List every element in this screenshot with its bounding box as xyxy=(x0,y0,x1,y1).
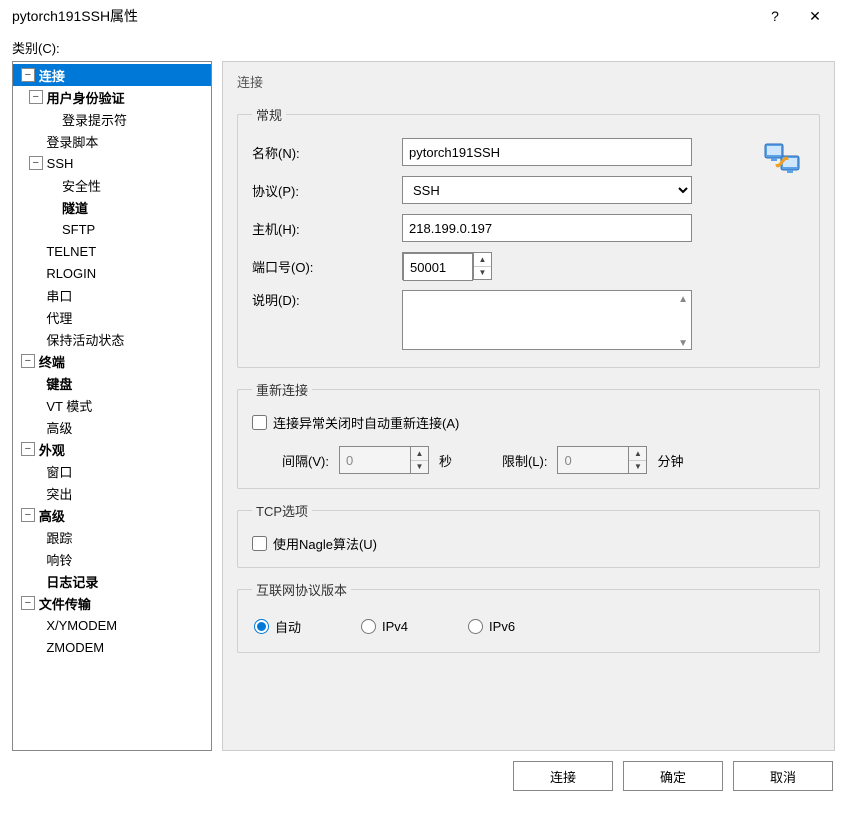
limit-spin-up-icon: ▲ xyxy=(629,447,646,461)
ipver-ipv4-label: IPv4 xyxy=(382,619,408,634)
tree-tracking[interactable]: 跟踪 xyxy=(13,526,211,548)
interval-unit: 秒 xyxy=(439,451,452,470)
nagle-checkbox[interactable] xyxy=(252,536,267,551)
group-general: 常规 名称(N): 协议(P): SSH 主机(H): xyxy=(237,105,820,368)
legend-general: 常规 xyxy=(252,105,286,124)
interval-spin-down-icon: ▼ xyxy=(411,461,428,474)
tree-appearance[interactable]: −外观 xyxy=(13,438,211,460)
tree-ssh[interactable]: −SSH xyxy=(13,152,211,174)
tree-logging[interactable]: 日志记录 xyxy=(13,570,211,592)
auto-reconnect-checkbox[interactable] xyxy=(252,415,267,430)
name-label: 名称(N): xyxy=(252,143,402,162)
tree-security[interactable]: 安全性 xyxy=(13,174,211,196)
tree-login-script[interactable]: 登录脚本 xyxy=(13,130,211,152)
host-input[interactable] xyxy=(402,214,692,242)
connect-button[interactable]: 连接 xyxy=(513,761,613,791)
limit-spin-down-icon: ▼ xyxy=(629,461,646,474)
help-button[interactable]: ? xyxy=(755,0,795,32)
ipver-ipv4-radio[interactable] xyxy=(361,619,376,634)
port-spin-down-icon[interactable]: ▼ xyxy=(474,267,491,280)
tree-term-advanced[interactable]: 高级 xyxy=(13,416,211,438)
window-title: pytorch191SSH属性 xyxy=(12,6,755,26)
cancel-button[interactable]: 取消 xyxy=(733,761,833,791)
protocol-label: 协议(P): xyxy=(252,181,402,200)
legend-reconnect: 重新连接 xyxy=(252,380,312,399)
tree-tunnel[interactable]: 隧道 xyxy=(13,196,211,218)
tree-user-auth[interactable]: −用户身份验证 xyxy=(13,86,211,108)
group-tcp: TCP选项 使用Nagle算法(U) xyxy=(237,501,820,568)
panel-header: 连接 xyxy=(237,70,820,93)
ipver-ipv6-radio[interactable] xyxy=(468,619,483,634)
port-input[interactable] xyxy=(403,253,473,281)
tree-vt-mode[interactable]: VT 模式 xyxy=(13,394,211,416)
title-bar: pytorch191SSH属性 ? ✕ xyxy=(0,0,847,32)
name-input[interactable] xyxy=(402,138,692,166)
category-label: 类别(C): xyxy=(0,32,847,61)
host-label: 主机(H): xyxy=(252,219,402,238)
ipver-ipv6-label: IPv6 xyxy=(489,619,515,634)
limit-unit: 分钟 xyxy=(657,451,683,470)
nagle-label: 使用Nagle算法(U) xyxy=(273,534,377,553)
ipver-auto-radio[interactable] xyxy=(254,619,269,634)
ipver-ipv4[interactable]: IPv4 xyxy=(361,619,408,634)
limit-spinner: ▲▼ xyxy=(557,446,647,474)
tree-window[interactable]: 窗口 xyxy=(13,460,211,482)
tree-xymodem[interactable]: X/YMODEM xyxy=(13,614,211,636)
interval-spinner: ▲▼ xyxy=(339,446,429,474)
tree-connection[interactable]: −连接 xyxy=(13,64,211,86)
button-bar: 连接 确定 取消 xyxy=(0,751,847,801)
ok-button[interactable]: 确定 xyxy=(623,761,723,791)
limit-input xyxy=(558,447,628,473)
limit-label: 限制(L): xyxy=(502,451,548,470)
protocol-select[interactable]: SSH xyxy=(402,176,692,204)
tree-serial[interactable]: 串口 xyxy=(13,284,211,306)
desc-textarea[interactable] xyxy=(402,290,692,350)
tree-keepalive[interactable]: 保持活动状态 xyxy=(13,328,211,350)
tree-bell[interactable]: 响铃 xyxy=(13,548,211,570)
tree-telnet[interactable]: TELNET xyxy=(13,240,211,262)
tree-proxy[interactable]: 代理 xyxy=(13,306,211,328)
legend-ipver: 互联网协议版本 xyxy=(252,580,351,599)
legend-tcp: TCP选项 xyxy=(252,501,312,520)
auto-reconnect-label: 连接异常关闭时自动重新连接(A) xyxy=(273,413,459,432)
group-reconnect: 重新连接 连接异常关闭时自动重新连接(A) 间隔(V): ▲▼ 秒 限制(L):… xyxy=(237,380,820,489)
group-ipver: 互联网协议版本 自动 IPv4 IPv6 xyxy=(237,580,820,653)
port-spinner[interactable]: ▲▼ xyxy=(402,252,492,280)
interval-spin-up-icon: ▲ xyxy=(411,447,428,461)
desc-label: 说明(D): xyxy=(252,290,402,309)
tree-file-transfer[interactable]: −文件传输 xyxy=(13,592,211,614)
port-label: 端口号(O): xyxy=(252,257,402,276)
category-tree[interactable]: −连接 −用户身份验证 登录提示符 登录脚本 xyxy=(12,61,212,751)
tree-advanced[interactable]: −高级 xyxy=(13,504,211,526)
interval-label: 间隔(V): xyxy=(282,451,329,470)
tree-login-prompt[interactable]: 登录提示符 xyxy=(13,108,211,130)
textarea-scroll-icon: ▲▼ xyxy=(678,294,688,349)
tree-sftp[interactable]: SFTP xyxy=(13,218,211,240)
ipver-auto[interactable]: 自动 xyxy=(254,617,301,636)
content-panel: 连接 常规 名称(N): 协议(P): SSH xyxy=(222,61,835,751)
tree-terminal[interactable]: −终端 xyxy=(13,350,211,372)
tree-keyboard[interactable]: 键盘 xyxy=(13,372,211,394)
port-spin-up-icon[interactable]: ▲ xyxy=(474,253,491,267)
tree-highlight[interactable]: 突出 xyxy=(13,482,211,504)
tree-zmodem[interactable]: ZMODEM xyxy=(13,636,211,658)
tree-rlogin[interactable]: RLOGIN xyxy=(13,262,211,284)
ipver-auto-label: 自动 xyxy=(275,617,301,636)
connection-icon xyxy=(763,140,803,180)
interval-input xyxy=(340,447,410,473)
close-button[interactable]: ✕ xyxy=(795,0,835,32)
ipver-ipv6[interactable]: IPv6 xyxy=(468,619,515,634)
